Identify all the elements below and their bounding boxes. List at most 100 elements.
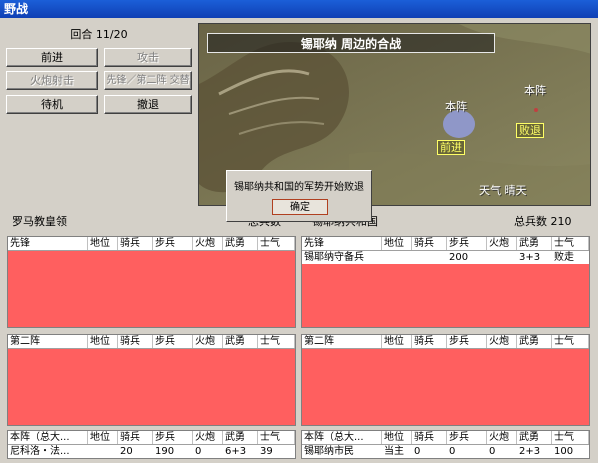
- unit-cell-cavalry: 0: [414, 446, 421, 457]
- panel-body: [8, 251, 295, 327]
- column-header: 火炮: [487, 237, 517, 250]
- unit-cell-cannon: 0: [195, 446, 202, 457]
- column-header: 骑兵: [118, 237, 153, 250]
- column-header: 火炮: [193, 237, 223, 250]
- panel-title: 第二阵: [302, 335, 382, 348]
- right-unit-panel: 第二阵 地位 骑兵 步兵 火炮 武勇 士气: [301, 334, 590, 426]
- column-header: 步兵: [447, 335, 487, 348]
- enemy-hq-label: 本阵: [524, 84, 546, 97]
- column-header: 地位: [88, 237, 118, 250]
- turn-counter: 回合 11/20: [70, 28, 128, 41]
- panel-header: 第二阵 地位 骑兵 步兵 火炮 武勇 士气: [302, 335, 589, 349]
- column-header: 武勇: [517, 431, 552, 444]
- unit-cell-morale: 败走: [554, 252, 574, 263]
- cannon-fire-button[interactable]: 火炮射击: [6, 71, 98, 90]
- panel-title: 本阵（总大...: [302, 431, 382, 444]
- column-header: 火炮: [193, 431, 223, 444]
- unit-cell-valor: 2+3: [519, 446, 541, 457]
- column-header: 地位: [382, 431, 412, 444]
- standby-button[interactable]: 待机: [6, 95, 98, 114]
- dialog-ok-button[interactable]: 确定: [272, 199, 328, 215]
- panel-header: 第二阵 地位 骑兵 步兵 火炮 武勇 士气: [8, 335, 295, 349]
- unit-cell-valor: 6+3: [225, 446, 247, 457]
- swap-vanguard-button[interactable]: 先锋／第二阵 交替: [104, 71, 192, 90]
- left-side-name: 罗马教皇领: [12, 215, 67, 228]
- panel-body: [302, 349, 589, 425]
- unit-cell-infantry: 0: [449, 446, 456, 457]
- column-header: 武勇: [223, 335, 258, 348]
- unit-cell-name: 尼科洛・法...: [10, 446, 70, 457]
- panel-body: 锡耶纳市民 当主 0 0 0 2+3 100: [302, 445, 589, 458]
- right-total-label: 总兵数 210: [514, 215, 572, 228]
- window-title: 野战: [0, 0, 598, 18]
- column-header: 武勇: [223, 431, 258, 444]
- unit-cell-rank: [382, 251, 412, 264]
- battle-banner: 锡耶纳 周边的合战: [207, 33, 495, 53]
- column-header: 步兵: [153, 431, 193, 444]
- column-header: 士气: [258, 431, 295, 444]
- unit-row[interactable]: 锡耶纳市民 当主 0 0 0 2+3 100: [302, 445, 589, 458]
- left-unit-panel: 先锋 地位 骑兵 步兵 火炮 武勇 士气: [7, 236, 296, 328]
- column-header: 骑兵: [412, 431, 447, 444]
- column-header: 士气: [552, 237, 589, 250]
- column-header: 武勇: [517, 237, 552, 250]
- column-header: 士气: [258, 335, 295, 348]
- unit-row[interactable]: 锡耶纳守备兵 200 3+3 败走: [302, 251, 589, 264]
- weather-label: 天气 晴天: [479, 184, 527, 197]
- column-header: 骑兵: [412, 237, 447, 250]
- unit-row[interactable]: 尼科洛・法... 20 190 0 6+3 39: [8, 445, 295, 458]
- column-header: 地位: [88, 335, 118, 348]
- panel-header: 本阵（总大... 地位 骑兵 步兵 火炮 武勇 士气: [8, 431, 295, 445]
- unit-cell-name: 锡耶纳守备兵: [304, 252, 364, 263]
- left-unit-panel: 第二阵 地位 骑兵 步兵 火炮 武勇 士气: [7, 334, 296, 426]
- panel-header: 本阵（总大... 地位 骑兵 步兵 火炮 武勇 士气: [302, 431, 589, 445]
- column-header: 武勇: [223, 237, 258, 250]
- column-header: 火炮: [487, 335, 517, 348]
- column-header: 士气: [258, 237, 295, 250]
- advance-button[interactable]: 前进: [6, 48, 98, 67]
- column-header: 士气: [552, 335, 589, 348]
- unit-cell-morale: 100: [554, 446, 574, 457]
- unit-cell-cannon: [487, 251, 517, 264]
- unit-cell-infantry: 190: [155, 446, 175, 457]
- unit-cell-valor: 3+3: [519, 252, 541, 263]
- column-header: 步兵: [153, 237, 193, 250]
- unit-cell-morale: 39: [260, 446, 273, 457]
- right-unit-panel: 先锋 地位 骑兵 步兵 火炮 武勇 士气 锡耶纳守备兵 200 3+3 败走: [301, 236, 590, 328]
- column-header: 骑兵: [118, 335, 153, 348]
- enemy-army-marker[interactable]: [534, 108, 538, 112]
- unit-cell-rank: 当主: [384, 446, 404, 457]
- panel-header: 先锋 地位 骑兵 步兵 火炮 武勇 士气: [302, 237, 589, 251]
- column-header: 地位: [88, 431, 118, 444]
- column-header: 步兵: [447, 431, 487, 444]
- column-header: 士气: [552, 431, 589, 444]
- column-header: 骑兵: [118, 431, 153, 444]
- panel-title: 第二阵: [8, 335, 88, 348]
- column-header: 地位: [382, 335, 412, 348]
- unit-cell-cannon: 0: [489, 446, 496, 457]
- unit-cell-cavalry: [412, 251, 447, 264]
- unit-cell-name: 锡耶纳市民: [304, 446, 354, 457]
- column-header: 火炮: [487, 431, 517, 444]
- unit-cell-rank: [88, 445, 118, 458]
- dialog-message: 锡耶纳共和国的军势开始败退: [234, 182, 364, 193]
- attack-button[interactable]: 攻击: [104, 48, 192, 67]
- column-header: 火炮: [193, 335, 223, 348]
- panel-body: [8, 349, 295, 425]
- column-header: 武勇: [517, 335, 552, 348]
- left-unit-panel: 本阵（总大... 地位 骑兵 步兵 火炮 武勇 士气 尼科洛・法... 20 190 0 6+3 39: [7, 430, 296, 459]
- unit-cell-cavalry: 20: [120, 446, 133, 457]
- own-hq-label: 本阵: [445, 100, 467, 113]
- retreat-dialog: 锡耶纳共和国的军势开始败退 确定: [226, 170, 372, 222]
- panel-title: 本阵（总大...: [8, 431, 88, 444]
- column-header: 步兵: [153, 335, 193, 348]
- panel-body: 尼科洛・法... 20 190 0 6+3 39: [8, 445, 295, 458]
- column-header: 骑兵: [412, 335, 447, 348]
- panel-title: 先锋: [302, 237, 382, 250]
- retreat-button[interactable]: 撤退: [104, 95, 192, 114]
- own-army-marker[interactable]: [443, 110, 475, 138]
- column-header: 步兵: [447, 237, 487, 250]
- enemy-status-tag: 败退: [516, 123, 544, 138]
- panel-body: 锡耶纳守备兵 200 3+3 败走: [302, 251, 589, 327]
- own-status-tag: 前进: [437, 140, 465, 155]
